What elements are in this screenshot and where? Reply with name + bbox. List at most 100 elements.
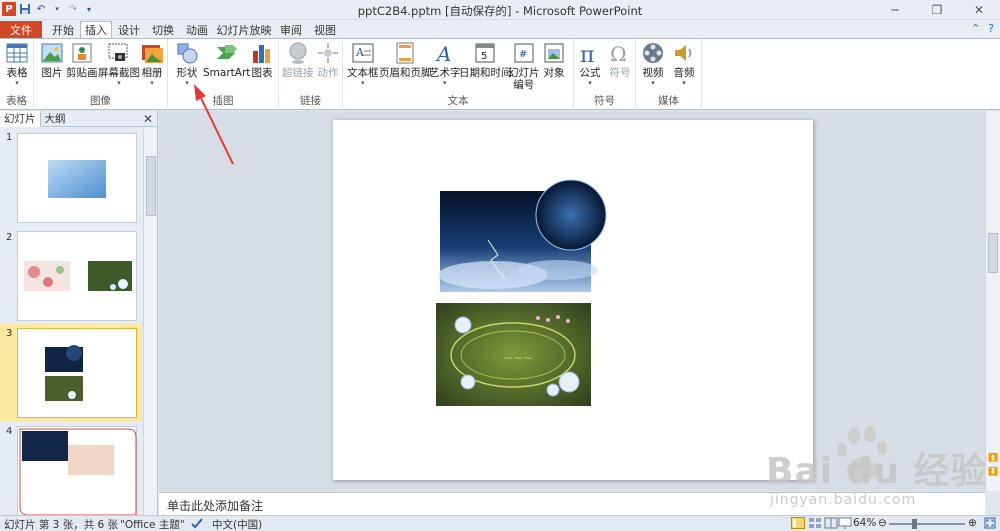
tab-home[interactable]: 开始: [48, 21, 78, 38]
baidu-jingyan-watermark: Bai du 经验 jingyan.baidu.com: [762, 426, 994, 514]
group-media: 视频 ▾ 音频 ▾ 媒体: [636, 39, 702, 110]
floral-image[interactable]: ~~~: [436, 303, 591, 406]
tab-animations[interactable]: 动画: [182, 21, 212, 38]
header-footer-button[interactable]: 页眉和页脚: [379, 41, 432, 79]
reading-view-icon[interactable]: [824, 517, 838, 531]
thumbnail-image: [24, 261, 132, 291]
globe-link-icon: [289, 42, 307, 64]
zoom-out-icon[interactable]: ⊖: [878, 517, 887, 529]
header-footer-icon: [396, 42, 414, 64]
datetime-button[interactable]: 5 日期和时间: [459, 41, 512, 79]
shapes-button[interactable]: 形状 ▾: [175, 41, 199, 87]
tab-slides[interactable]: 幻灯片: [0, 110, 41, 127]
video-button[interactable]: 视频 ▾: [641, 41, 665, 87]
action-button[interactable]: 动作: [316, 41, 340, 79]
slide-number-button[interactable]: # 幻灯片 编号: [508, 41, 540, 91]
spellcheck-icon[interactable]: [190, 517, 204, 531]
notes-placeholder: 单击此处添加备注: [167, 499, 264, 513]
restore-button[interactable]: ❐: [916, 0, 958, 20]
textbox-icon: A: [352, 43, 374, 63]
omega-icon: Ω: [610, 42, 627, 65]
slide-thumbnail-2[interactable]: 2: [0, 228, 142, 324]
clipart-button[interactable]: 剪贴画: [66, 41, 98, 79]
svg-text:5: 5: [481, 51, 487, 62]
fit-to-window-icon[interactable]: [984, 517, 996, 531]
status-bar: 幻灯片 第 3 张，共 6 张 "Office 主题" 中文(中国) 64% ⊖…: [0, 515, 1000, 531]
svg-text:~~~: ~~~: [503, 351, 533, 365]
title-bar: P ↶ ▾ ↷ ▾ pptC2B4.pptm [自动保存的] - Microso…: [0, 0, 1000, 20]
chart-icon: [253, 45, 270, 63]
slide-sorter-icon[interactable]: [808, 517, 822, 531]
wordart-button[interactable]: A 艺术字 ▾: [429, 41, 461, 87]
tab-insert[interactable]: 插入: [80, 21, 112, 38]
group-label-tables: 表格: [6, 95, 27, 107]
group-label-illustrations: 插图: [212, 95, 234, 107]
tab-outline[interactable]: 大纲: [41, 111, 70, 127]
group-symbols: π 公式 ▾ Ω 符号 符号: [574, 39, 636, 110]
help-icon[interactable]: ?: [988, 22, 994, 35]
tab-design[interactable]: 设计: [114, 21, 144, 38]
svg-text:A: A: [355, 46, 365, 59]
smartart-button[interactable]: SmartArt: [203, 41, 250, 79]
ribbon-tabs: 文件 开始 插入 设计 切换 动画 幻灯片放映 审阅 视图 ⌃ ?: [0, 20, 1000, 38]
tab-slideshow[interactable]: 幻灯片放映: [216, 21, 272, 38]
table-button[interactable]: 表格 ▾: [5, 41, 29, 87]
equation-button[interactable]: π 公式 ▾: [578, 41, 602, 87]
smartart-icon: [216, 45, 237, 59]
slide-count-status: 幻灯片 第 3 张，共 6 张: [4, 519, 119, 531]
tab-file[interactable]: 文件: [0, 21, 42, 38]
group-label-media: 媒体: [658, 95, 679, 107]
object-button[interactable]: 对象: [542, 41, 566, 79]
normal-view-icon[interactable]: [791, 517, 805, 531]
slideshow-icon[interactable]: [838, 517, 852, 531]
screenshot-button[interactable]: 屏幕截图 ▾: [98, 41, 140, 87]
minimize-button[interactable]: ─: [874, 0, 916, 20]
slide-thumbnail-4[interactable]: 4: [0, 422, 142, 515]
svg-text:Ω: Ω: [610, 42, 627, 65]
group-images: 图片 剪贴画 屏幕截图 ▾ 相册 ▾ 图像: [34, 39, 168, 110]
group-label-symbols: 符号: [594, 95, 615, 107]
slides-pane-scrollbar[interactable]: [143, 128, 157, 515]
calendar-icon: 5: [475, 43, 495, 63]
slide-thumbnail-3[interactable]: 3: [0, 324, 142, 422]
current-slide[interactable]: ~~~: [333, 120, 813, 480]
pi-icon: π: [580, 43, 594, 65]
chart-button[interactable]: 图表: [250, 41, 274, 79]
close-button[interactable]: ✕: [958, 0, 1000, 20]
picture-button[interactable]: 图片: [40, 41, 64, 79]
zoom-slider[interactable]: [889, 523, 965, 525]
audio-button[interactable]: 音频 ▾: [672, 41, 696, 87]
group-label-images: 图像: [90, 95, 111, 107]
slide-thumbnail-1[interactable]: 1: [0, 128, 142, 228]
collapse-ribbon-icon[interactable]: ⌃: [971, 22, 980, 35]
group-text: A 文本框 ▾ 页眉和页脚 A 艺术字 ▾ 5 日期和时间 # 幻灯片 编号 对…: [343, 39, 574, 110]
slides-pane: 幻灯片 大纲 ✕ 1 2 3 4: [0, 110, 158, 515]
zoom-level[interactable]: 64%: [853, 517, 876, 529]
tab-review[interactable]: 审阅: [276, 21, 306, 38]
tab-transitions[interactable]: 切换: [148, 21, 178, 38]
theme-status: "Office 主题": [120, 519, 185, 531]
svg-text:A: A: [435, 42, 451, 65]
action-icon: [318, 43, 338, 63]
zoom-slider-handle[interactable]: [912, 519, 917, 529]
hyperlink-button[interactable]: 超链接: [282, 41, 314, 79]
language-status[interactable]: 中文(中国): [212, 517, 262, 531]
film-reel-icon: [643, 43, 663, 63]
symbol-button[interactable]: Ω 符号: [608, 41, 632, 79]
thumbnail-image: [45, 345, 83, 401]
thumbnail-image: [48, 160, 106, 198]
group-label-links: 链接: [300, 95, 321, 107]
clipart-icon: [72, 43, 92, 63]
slide-thumbnails: 1 2 3 4: [0, 128, 142, 515]
close-pane-icon[interactable]: ✕: [143, 111, 153, 127]
watermark-text: Bai du 经验: [766, 451, 988, 492]
space-image[interactable]: [438, 179, 607, 292]
group-label-text: 文本: [447, 95, 469, 107]
group-links: 超链接 动作 链接: [279, 39, 343, 110]
textbox-button[interactable]: A 文本框 ▾: [347, 41, 379, 87]
thumbnail-image: [19, 428, 137, 515]
zoom-in-icon[interactable]: ⊕: [968, 517, 977, 529]
album-button[interactable]: 相册 ▾: [140, 41, 164, 87]
wordart-icon: A: [435, 42, 451, 65]
tab-view[interactable]: 视图: [310, 21, 340, 38]
